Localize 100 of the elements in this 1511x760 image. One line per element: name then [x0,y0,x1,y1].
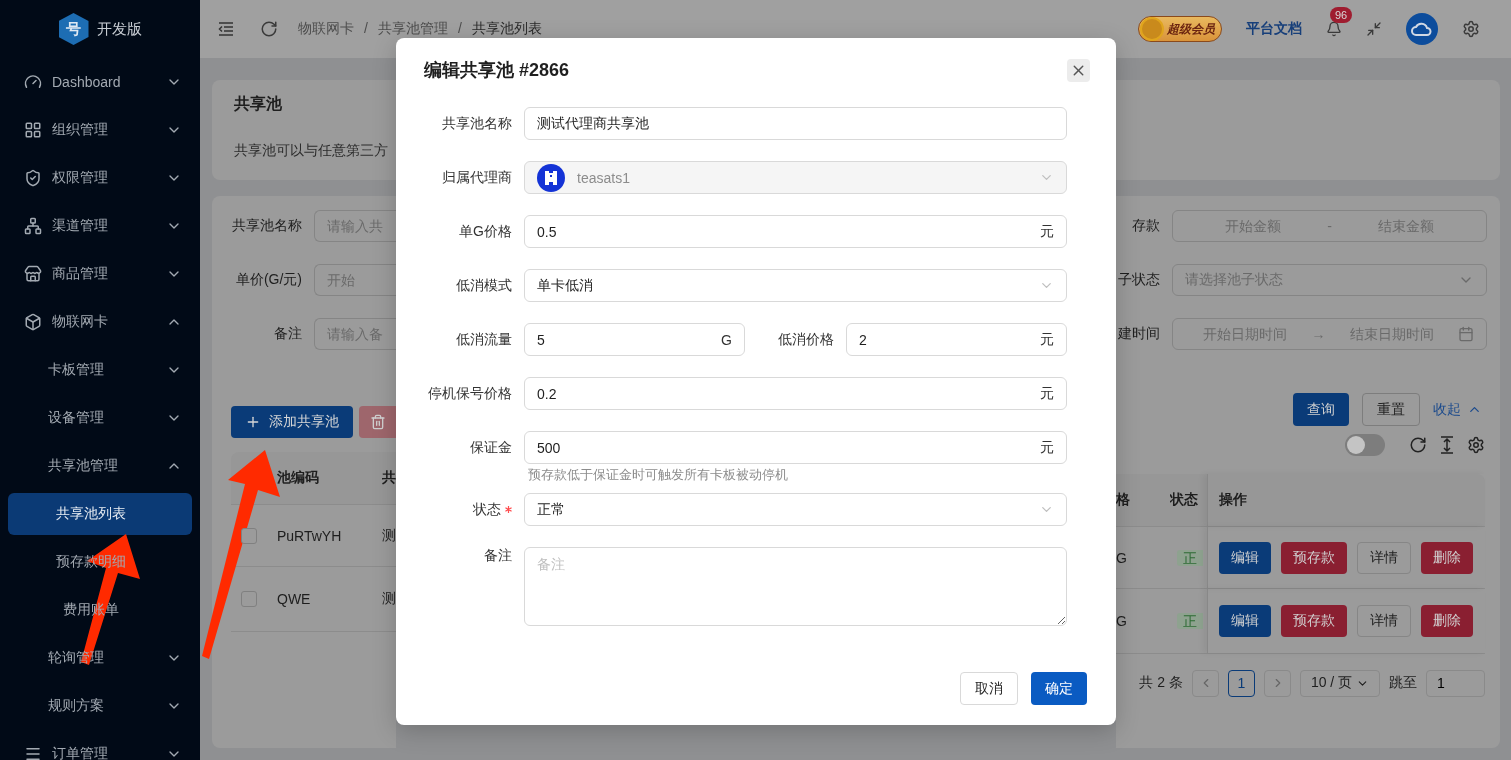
search-button[interactable]: 查询 [1293,393,1349,426]
column-height-icon[interactable] [1439,436,1455,454]
calendar-icon [1458,326,1474,342]
jump-field[interactable]: 1 [1426,669,1485,697]
field-label: 低消价格 [777,330,834,349]
sidebar-item[interactable]: 商品管理 [0,250,200,298]
toggle-switch[interactable] [1345,434,1385,456]
page-size-select[interactable]: 10 / 页 [1300,669,1380,697]
total-count: 共 2 条 [1139,674,1183,692]
action-button[interactable]: 预存款 [1281,541,1347,574]
table-cell-text: G [1116,549,1128,566]
column-header: 操作 [1219,491,1247,509]
page-title: 共享池 [234,94,283,114]
vip-badge[interactable]: 超级会员 [1138,16,1222,42]
filter-label: 共享池名称 [231,217,302,235]
breadcrumb-item[interactable]: 共享池列表 [471,20,542,38]
reload-icon[interactable] [260,20,278,38]
logo-text: 开发版 [96,19,142,39]
fullscreen-icon[interactable] [1366,21,1382,37]
plus-icon [245,414,261,430]
value-input[interactable]: 5 [537,331,712,348]
dialog-title: 编辑共享池 #2866 [424,59,570,82]
action-button[interactable]: 详情 [1357,541,1411,574]
input-field[interactable]: 2 元 [846,323,1067,356]
nodes-icon [24,217,42,235]
logo: 号 [58,13,89,45]
action-button[interactable]: 编辑 [1219,541,1271,574]
grid-icon [24,121,42,139]
column-header: 共 [382,469,396,487]
value-input[interactable]: 0.5 [537,223,1030,240]
sidebar-item[interactable]: 设备管理 [0,394,200,442]
gauge-icon [24,73,42,91]
filter-label: 存款 [1131,217,1160,235]
ok-button[interactable]: 确定 [1031,672,1087,705]
cloud-avatar[interactable] [1406,13,1438,45]
field-label: 状态 [424,500,512,519]
notification-count: 96 [1330,7,1353,23]
sidebar-item[interactable]: 卡板管理 [0,346,200,394]
settings-icon[interactable] [1462,20,1480,38]
action-button[interactable]: 编辑 [1219,605,1271,637]
select-field[interactable]: 正常 [524,493,1067,526]
field-label: 低消流量 [455,330,512,349]
column-header: 池编码 [277,469,320,487]
input-field[interactable]: 5 G [524,323,745,356]
sidebar-item[interactable]: 物联网卡 [0,298,200,346]
docs-link[interactable]: 平台文档 [1246,20,1302,38]
action-button[interactable]: 删除 [1421,541,1473,574]
input-field[interactable]: 测试代理商共享池 [524,107,1067,140]
page-description: 共享池可以与任意第三方 [234,141,389,160]
shield-icon [24,169,42,187]
sidebar-item[interactable]: 权限管理 [0,154,200,202]
input-field[interactable]: 0.5 元 [524,215,1067,248]
value-input[interactable]: 0.2 [537,385,1030,402]
action-button[interactable]: 预存款 [1281,605,1347,637]
bell-icon[interactable] [1326,21,1342,37]
menu-fold-icon[interactable] [218,22,234,36]
field-label: 归属代理商 [441,168,512,187]
reload-icon[interactable] [1409,436,1427,454]
field-label: 单G价格 [458,222,512,241]
avatar-icon [537,163,565,192]
action-button[interactable]: 详情 [1357,605,1411,637]
table-cell-text: QWE [277,591,312,607]
medal-icon [1140,17,1164,41]
close-button[interactable] [1067,58,1090,82]
delete-button[interactable] [359,406,396,438]
trash-icon [369,414,386,430]
input-field[interactable]: 0.2 元 [524,377,1067,410]
store-icon [24,265,42,283]
value-input[interactable]: 500 [537,439,1030,456]
sidebar-item[interactable]: 规则方案 [0,682,200,730]
row-checkbox[interactable] [241,527,257,544]
list-icon [24,745,42,760]
jump-label: 跳至 [1389,674,1417,692]
filter-label: 单价(G/元) [234,271,302,289]
sidebar-item[interactable]: 组织管理 [0,106,200,154]
column-header: 状态 [1170,491,1199,509]
input-field[interactable]: 500 元 [524,431,1067,464]
breadcrumb-separator: / [364,20,368,38]
field-hint: 预存款低于保证金时可触发所有卡板被动停机 [528,466,789,484]
sidebar-item[interactable]: 共享池列表 [8,493,192,535]
sidebar-item[interactable]: Dashboard [0,58,200,106]
settings-icon[interactable] [1467,436,1485,454]
row-checkbox[interactable] [241,591,257,607]
table-cell: 测 [382,526,396,545]
sidebar-item[interactable]: 订单管理 [0,730,200,760]
note-field[interactable]: 备注 [524,547,1067,626]
action-button[interactable]: 删除 [1421,605,1473,637]
reset-button[interactable]: 重置 [1362,393,1420,426]
sidebar-item[interactable]: 共享池管理 [0,442,200,490]
field-label: 低消模式 [455,276,512,295]
table-cell: 测 [382,590,396,608]
field-label: 共享池名称 [441,114,512,133]
page-button[interactable]: 1 [1228,669,1255,697]
breadcrumb-separator: / [457,20,462,38]
add-button[interactable]: 添加共享池 [231,406,353,438]
value-input[interactable]: 2 [859,331,1030,348]
select-field[interactable]: 单卡低消 [524,269,1067,302]
cancel-button[interactable]: 取消 [960,672,1018,705]
sidebar-item[interactable]: 渠道管理 [0,202,200,250]
table-cell-text: G [1116,613,1128,629]
